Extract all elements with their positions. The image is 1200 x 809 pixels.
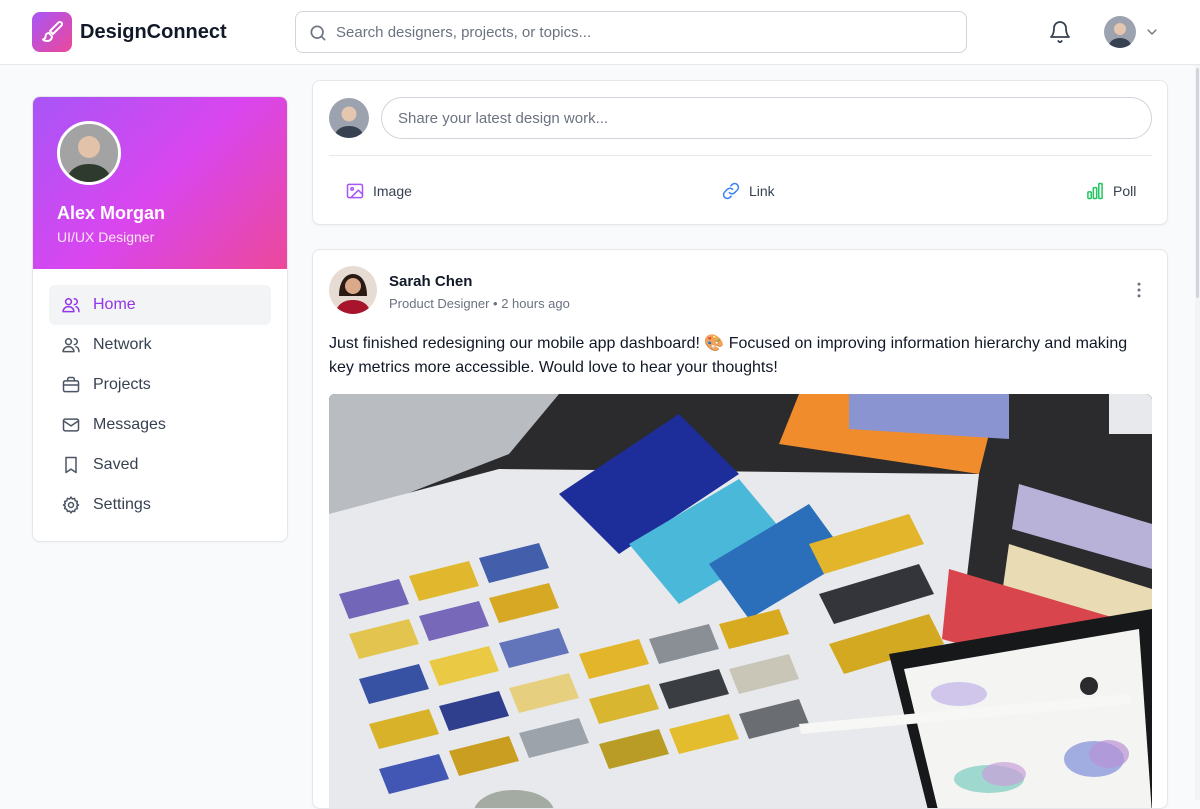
scrollbar-thumb[interactable]	[1196, 68, 1199, 298]
bell-icon[interactable]	[1048, 20, 1072, 44]
post-composer: Image Link Poll	[312, 80, 1168, 225]
image-icon	[345, 181, 365, 201]
profile-sidebar: Alex Morgan UI/UX Designer Home Network	[32, 96, 288, 542]
users-icon	[61, 335, 81, 355]
users-icon	[61, 295, 81, 315]
brand[interactable]: DesignConnect	[32, 12, 227, 52]
link-button-label: Link	[749, 183, 775, 199]
image-button[interactable]: Image	[345, 181, 412, 201]
bar-chart-icon	[1085, 181, 1105, 201]
sidebar-nav: Home Network Projects Messages Saved Set…	[49, 285, 271, 525]
avatar[interactable]	[329, 266, 377, 314]
mail-icon	[61, 415, 81, 435]
gear-icon	[61, 495, 81, 515]
app-name: DesignConnect	[80, 20, 227, 43]
profile-name[interactable]: Alex Morgan	[57, 203, 165, 224]
sidebar-item-label: Home	[93, 296, 136, 313]
post-author[interactable]: Sarah Chen	[389, 273, 472, 290]
sidebar-item-messages[interactable]: Messages	[49, 405, 271, 445]
composer-input[interactable]	[381, 97, 1152, 139]
search-input[interactable]	[336, 12, 956, 52]
sidebar-item-label: Saved	[93, 456, 139, 473]
avatar[interactable]	[1104, 16, 1136, 48]
search-icon	[310, 25, 326, 41]
image-button-label: Image	[373, 183, 412, 199]
profile-banner: Alex Morgan UI/UX Designer	[33, 97, 287, 269]
profile-role: UI/UX Designer	[57, 229, 155, 245]
profile-avatar[interactable]	[57, 121, 121, 185]
avatar[interactable]	[329, 98, 369, 138]
more-options-icon[interactable]	[1129, 280, 1149, 300]
sidebar-item-settings[interactable]: Settings	[49, 485, 271, 525]
poll-button[interactable]: Poll	[1085, 181, 1136, 201]
sidebar-item-label: Network	[93, 336, 152, 353]
poll-button-label: Poll	[1113, 183, 1137, 199]
feed-post: Sarah Chen Product Designer • 2 hours ag…	[312, 249, 1168, 809]
divider	[329, 155, 1152, 156]
sidebar-item-network[interactable]: Network	[49, 325, 271, 365]
sidebar-item-label: Projects	[93, 376, 151, 393]
link-button[interactable]: Link	[721, 181, 775, 201]
search-bar[interactable]	[295, 11, 967, 53]
post-image[interactable]	[329, 394, 1152, 808]
sidebar-item-saved[interactable]: Saved	[49, 445, 271, 485]
top-navigation-bar: DesignConnect	[0, 0, 1200, 65]
post-text: Just finished redesigning our mobile app…	[329, 335, 1128, 376]
paintbrush-icon	[32, 12, 72, 52]
sidebar-item-projects[interactable]: Projects	[49, 365, 271, 405]
post-meta: Product Designer • 2 hours ago	[389, 296, 570, 311]
briefcase-icon	[61, 375, 81, 395]
sidebar-item-label: Settings	[93, 496, 151, 513]
link-icon	[721, 181, 741, 201]
sidebar-item-home[interactable]: Home	[49, 285, 271, 325]
sidebar-item-label: Messages	[93, 416, 166, 433]
bookmark-icon	[61, 455, 81, 475]
chevron-down-icon[interactable]	[1144, 24, 1160, 40]
